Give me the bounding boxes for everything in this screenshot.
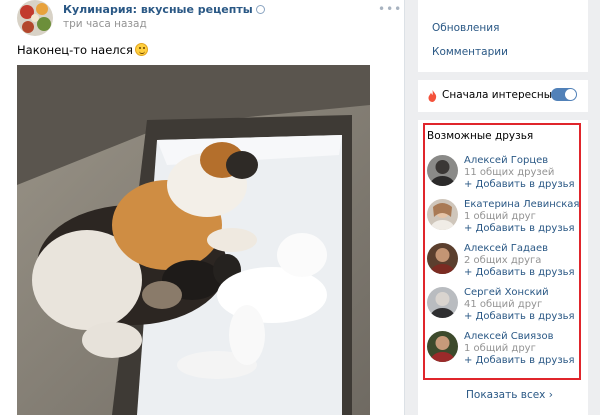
feed-menu: Обновления Комментарии: [418, 0, 588, 72]
add-friend-link[interactable]: + Добавить в друзья: [464, 223, 575, 234]
friend-mutual-count: 1 общий друг: [464, 343, 536, 354]
friend-avatar[interactable]: [427, 199, 458, 230]
friend-mutual-count: 1 общий друг: [464, 211, 536, 222]
show-all-friends-link[interactable]: Показать всех ›: [466, 389, 553, 401]
smile-emoji-icon: [134, 43, 148, 56]
friend-avatar[interactable]: [427, 287, 458, 318]
post-photo[interactable]: [17, 65, 370, 415]
group-avatar[interactable]: [17, 0, 53, 36]
friend-mutual-count: 2 общих друга: [464, 255, 542, 266]
group-name-link[interactable]: Кулинария: вкусные рецепты: [63, 3, 265, 16]
friend-mutual-count: 11 общих друзей: [464, 167, 555, 178]
toggle-knob: [565, 89, 576, 100]
post-card: Кулинария: вкусные рецепты три часа наза…: [0, 0, 405, 415]
friend-mutual-count: 41 общий друг: [464, 299, 543, 310]
friend-avatar[interactable]: [427, 331, 458, 362]
menu-item-updates[interactable]: Обновления: [432, 22, 499, 34]
add-friend-link[interactable]: + Добавить в друзья: [464, 267, 575, 278]
friend-name[interactable]: Алексей Гадаев: [464, 243, 548, 254]
verified-icon: [255, 5, 265, 14]
add-friend-link[interactable]: + Добавить в друзья: [464, 311, 575, 322]
friend-suggestion: Сергей Хонский 41 общий друг + Добавить …: [427, 287, 577, 331]
group-name-text[interactable]: Кулинария: вкусные рецепты: [63, 3, 253, 16]
friend-name[interactable]: Алексей Свиязов: [464, 331, 553, 342]
friend-avatar[interactable]: [427, 243, 458, 274]
post-text-content: Наконец-то наелся: [17, 43, 133, 57]
friend-suggestion: Алексей Гадаев 2 общих друга + Добавить …: [427, 243, 577, 287]
possible-friends-title: Возможные друзья: [427, 130, 534, 142]
fire-icon: [428, 90, 437, 102]
friend-name[interactable]: Алексей Горцев: [464, 155, 548, 166]
more-actions-button[interactable]: •••: [378, 2, 402, 16]
friend-name[interactable]: Екатерина Левинская: [464, 199, 579, 210]
friend-name[interactable]: Сергей Хонский: [464, 287, 549, 298]
friend-avatar[interactable]: [427, 155, 458, 186]
sort-interesting-label: Сначала интересные: [442, 89, 559, 101]
menu-item-comments[interactable]: Комментарии: [432, 46, 508, 58]
add-friend-link[interactable]: + Добавить в друзья: [464, 179, 575, 190]
add-friend-link[interactable]: + Добавить в друзья: [464, 355, 575, 366]
post-text: Наконец-то наелся: [17, 43, 148, 57]
sort-interesting-toggle[interactable]: [551, 88, 577, 101]
friend-suggestion: Алексей Свиязов 1 общий друг + Добавить …: [427, 331, 577, 375]
post-time[interactable]: три часа назад: [63, 18, 147, 30]
friend-suggestion: Екатерина Левинская 1 общий друг + Добав…: [427, 199, 579, 243]
friend-suggestion: Алексей Горцев 11 общих друзей + Добавит…: [427, 155, 577, 199]
